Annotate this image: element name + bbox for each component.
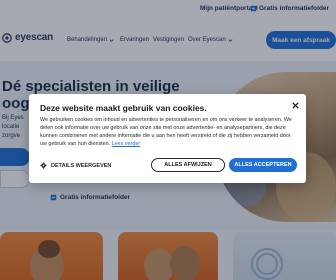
cookie-consent-dialog: Deze website maakt gebruik van cookies. … — [29, 94, 306, 183]
accept-all-button[interactable]: ALLES ACCEPTEREN — [229, 158, 297, 172]
cookie-body: We gebruiken cookies om inhoud en advert… — [40, 116, 298, 148]
show-details-label: DETAILS WEERGEVEN — [51, 162, 112, 169]
gear-icon — [40, 162, 47, 169]
cookie-body-text: We gebruiken cookies om inhoud en advert… — [40, 117, 292, 147]
read-more-link[interactable]: Lees verder — [112, 141, 140, 147]
close-icon[interactable] — [291, 101, 300, 110]
reject-all-button[interactable]: ALLES AFWIJZEN — [151, 158, 225, 172]
cookie-title: Deze website maakt gebruik van cookies. — [40, 103, 207, 113]
show-details-button[interactable]: DETAILS WEERGEVEN — [40, 162, 111, 169]
